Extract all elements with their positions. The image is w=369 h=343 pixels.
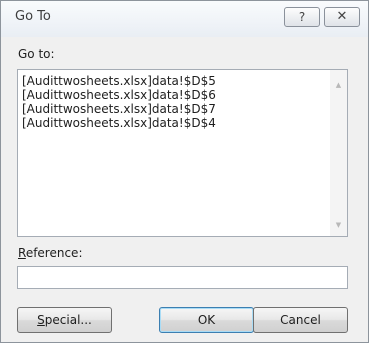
help-icon: ? — [298, 10, 306, 24]
list-item[interactable]: [Audittwosheets.xlsx]data!$D$7 — [22, 102, 216, 116]
cancel-button[interactable]: Cancel — [253, 307, 348, 333]
go-to-dialog: Go To ? ✕ Go to: [Audittwosheets.xlsx]da… — [0, 0, 369, 343]
scroll-down-arrow-icon[interactable]: ▼ — [330, 217, 347, 234]
special-button[interactable]: Special... — [17, 307, 112, 333]
dialog-title: Go To — [15, 9, 51, 24]
list-item[interactable]: [Audittwosheets.xlsx]data!$D$5 — [22, 74, 216, 88]
help-button[interactable]: ? — [284, 7, 320, 27]
ok-button[interactable]: OK — [159, 307, 254, 333]
close-button[interactable]: ✕ — [324, 7, 360, 27]
list-item[interactable]: [Audittwosheets.xlsx]data!$D$4 — [22, 116, 216, 130]
reference-label: Reference: — [18, 246, 83, 260]
go-to-listbox[interactable]: [Audittwosheets.xlsx]data!$D$5 [Audittwo… — [17, 69, 348, 237]
reference-input[interactable] — [17, 266, 348, 289]
scroll-up-arrow-icon[interactable]: ▲ — [330, 77, 347, 94]
title-bar[interactable]: Go To ? ✕ — [1, 1, 368, 37]
list-item[interactable]: [Audittwosheets.xlsx]data!$D$6 — [22, 88, 216, 102]
close-icon: ✕ — [336, 9, 348, 24]
go-to-label: Go to: — [18, 47, 55, 61]
vertical-scrollbar[interactable]: ▲ ▼ — [330, 70, 347, 236]
